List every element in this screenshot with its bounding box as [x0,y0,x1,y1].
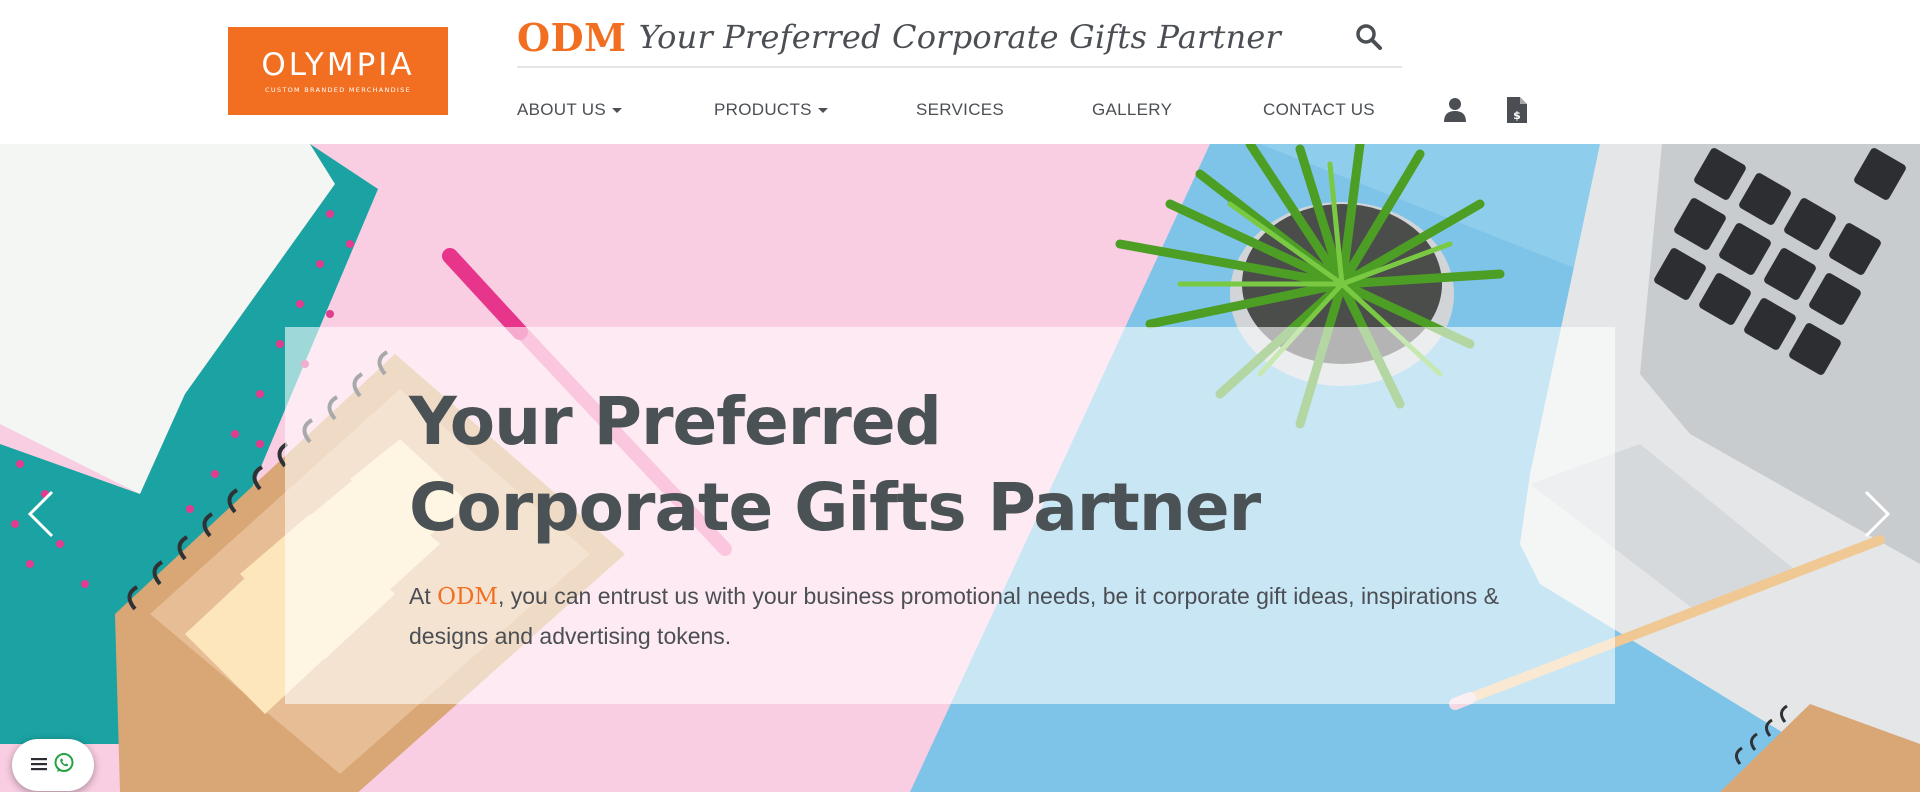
nav-item-services[interactable]: SERVICES [916,92,1004,128]
nav-item-label: GALLERY [1092,100,1173,119]
nav-item-label: ABOUT US [517,100,606,119]
carousel-next-arrow-icon[interactable] [1856,484,1896,544]
invoice-dollar-icon[interactable]: $ [1506,96,1534,124]
nav-item-label: CONTACT US [1263,100,1375,119]
nav-item-contact-us[interactable]: CONTACT US [1263,92,1375,128]
header-brand: ODM [517,14,627,60]
hero-description: At ODM, you can entrust us with your bus… [409,577,1539,656]
hero-title: Your Preferred Corporate Gifts Partner [409,379,1261,551]
header-tagline-bar: ODM Your Preferred Corporate Gifts Partn… [517,8,1402,68]
user-icon[interactable] [1441,96,1469,124]
whatsapp-icon [53,752,75,778]
nav-item-gallery[interactable]: GALLERY [1092,92,1172,128]
hero-text-suffix: , you can entrust us with your business … [409,583,1500,649]
carousel-prev-arrow-icon[interactable] [22,484,62,544]
hero-title-line-1: Your Preferred [409,383,942,460]
logo-wordmark: OLYMPIA [261,46,415,83]
nav-item-label: PRODUCTS [714,100,812,119]
logo-tagline: CUSTOM BRANDED MERCHANDISE [265,85,411,94]
hero-text-brand: ODM [437,584,498,610]
header-tagline: Your Preferred Corporate Gifts Partner [638,18,1282,56]
floating-contact-widget[interactable] [12,739,94,791]
hero-carousel: Your Preferred Corporate Gifts Partner A… [0,144,1920,792]
nav-item-about-us[interactable]: ABOUT US [517,92,622,128]
hero-title-line-2: Corporate Gifts Partner [409,469,1261,546]
caret-down-icon [612,107,622,113]
nav-item-products[interactable]: PRODUCTS [714,92,828,128]
caret-down-icon [817,107,828,113]
nav-item-label: SERVICES [916,100,1005,119]
hero-caption-box: Your Preferred Corporate Gifts Partner A… [285,327,1615,704]
svg-text:$: $ [1513,109,1521,122]
menu-icon [31,756,47,775]
site-header: OLYMPIA CUSTOM BRANDED MERCHANDISE ODM Y… [0,0,1920,144]
olympia-logo[interactable]: OLYMPIA CUSTOM BRANDED MERCHANDISE [228,27,448,115]
search-icon[interactable] [1354,22,1384,52]
hero-text-prefix: At [409,583,438,609]
